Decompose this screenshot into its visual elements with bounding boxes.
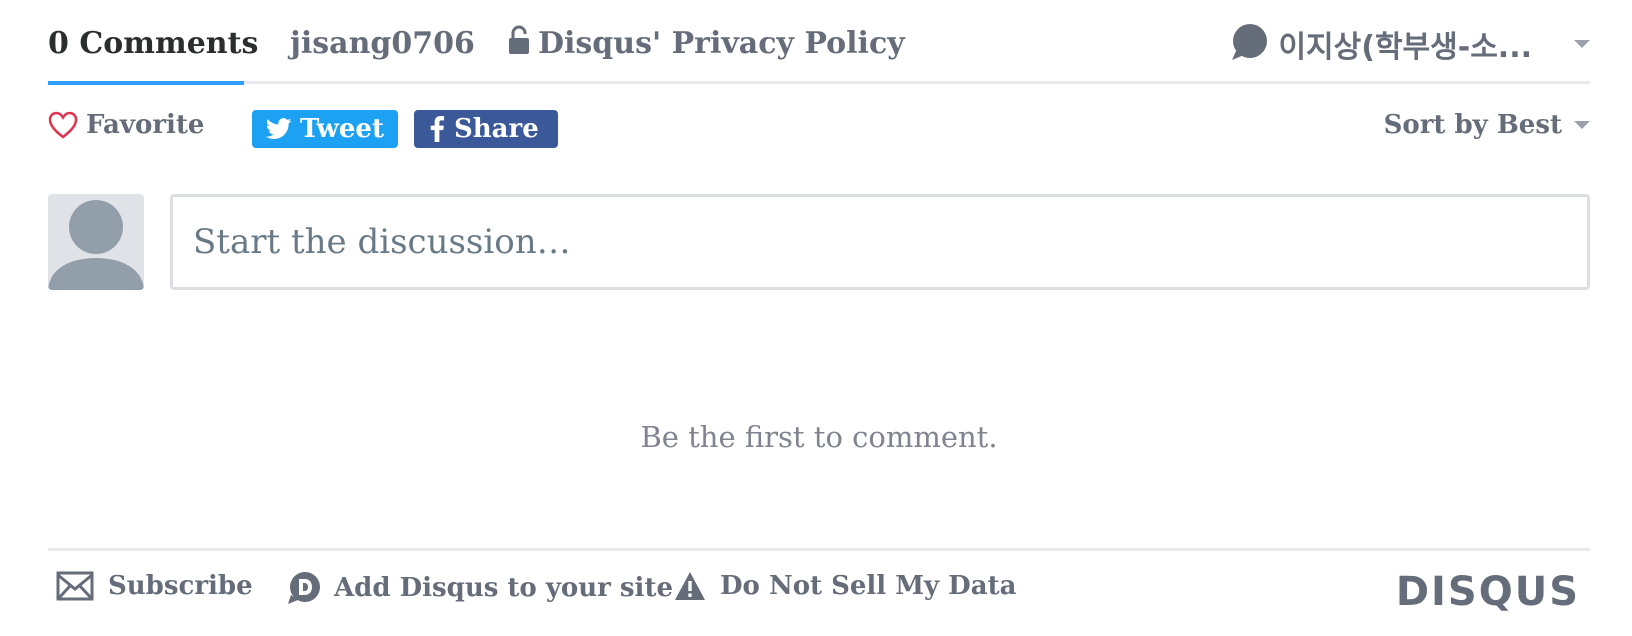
chevron-down-icon: [1574, 40, 1590, 48]
compose-row: Start the discussion…: [48, 194, 1590, 290]
disqus-logo[interactable]: DISQUS: [1396, 569, 1580, 615]
tweet-label: Tweet: [300, 114, 384, 144]
do-not-sell-link[interactable]: Do Not Sell My Data: [674, 571, 1016, 601]
facebook-share-button[interactable]: Share: [414, 110, 558, 148]
twitter-bird-icon: [266, 118, 292, 139]
actions-row: Favorite Tweet Share Sort by Best: [48, 84, 1590, 194]
favorite-label: Favorite: [86, 110, 205, 140]
disqus-d-icon: [288, 572, 320, 604]
top-nav: 0 Comments jisang0706 Disqus' Privacy Po…: [48, 0, 1590, 85]
account-name: 이지상(학부생-소...: [1278, 30, 1532, 65]
add-disqus-label: Add Disqus to your site: [334, 573, 673, 603]
footer: Subscribe Add Disqus to your site Do Not…: [48, 548, 1590, 628]
facebook-f-icon: [430, 116, 445, 142]
add-disqus-link[interactable]: Add Disqus to your site: [288, 571, 673, 605]
subscribe-link[interactable]: Subscribe: [56, 571, 253, 601]
tweet-button[interactable]: Tweet: [252, 110, 398, 148]
account-menu[interactable]: 이지상(학부생-소...: [1230, 23, 1590, 65]
comment-input[interactable]: Start the discussion…: [170, 194, 1590, 290]
tab-user[interactable]: jisang0706: [290, 24, 475, 64]
heart-icon: [48, 111, 78, 139]
privacy-policy-label: Disqus' Privacy Policy: [538, 26, 905, 61]
do-not-sell-label: Do Not Sell My Data: [720, 571, 1017, 601]
privacy-policy-link[interactable]: Disqus' Privacy Policy: [508, 24, 905, 66]
subscribe-label: Subscribe: [108, 571, 253, 601]
favorite-button[interactable]: Favorite: [48, 110, 204, 140]
comment-placeholder: Start the discussion…: [193, 222, 571, 262]
sort-dropdown[interactable]: Sort by Best: [1384, 110, 1590, 140]
chevron-down-icon: [1574, 121, 1590, 129]
empty-state-message: Be the first to comment.: [640, 420, 998, 454]
envelope-icon: [56, 571, 94, 601]
share-label: Share: [454, 114, 539, 144]
warning-icon: [675, 572, 705, 600]
sort-label: Sort by Best: [1383, 110, 1562, 140]
disqus-thread: 0 Comments jisang0706 Disqus' Privacy Po…: [48, 0, 1590, 615]
tab-comments[interactable]: 0 Comments: [48, 24, 259, 85]
chat-bubble-icon: [1230, 23, 1268, 65]
user-tab-label: jisang0706: [290, 26, 475, 61]
comments-count-label: 0 Comments: [48, 26, 259, 61]
avatar-icon: [48, 194, 144, 290]
lock-icon: [508, 25, 530, 66]
